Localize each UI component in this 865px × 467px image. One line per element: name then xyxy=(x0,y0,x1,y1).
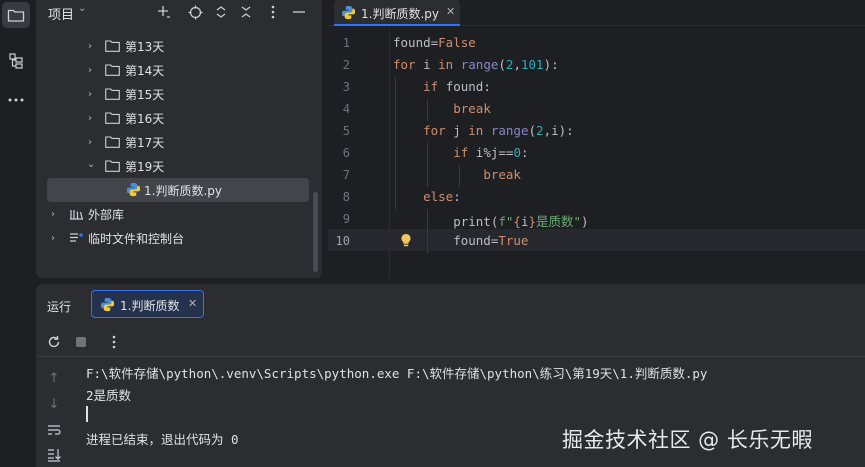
scroll-to-end-icon[interactable] xyxy=(45,446,63,464)
folder-open-icon xyxy=(105,160,120,172)
chevron-right-icon[interactable]: › xyxy=(88,113,92,124)
python-file-icon xyxy=(126,182,141,197)
run-tab[interactable]: 1.判断质数 ✕ xyxy=(91,290,204,318)
code-line[interactable]: for i in range(2,101): xyxy=(393,57,559,72)
tree-item-label: 第14天 xyxy=(125,63,165,78)
line-number: 9 xyxy=(342,212,350,226)
tree-item-folder[interactable]: › 第14天 xyxy=(36,58,308,82)
code-line[interactable]: else: xyxy=(393,189,461,204)
tree-item-folder[interactable]: › 第16天 xyxy=(36,106,308,130)
watermark: 掘金技术社区 @ 长乐无暇 xyxy=(562,428,813,452)
tree-item-label: 临时文件和控制台 xyxy=(88,231,185,246)
gutter-divider xyxy=(389,28,390,278)
code-line[interactable]: found=False xyxy=(393,35,476,50)
line-number: 2 xyxy=(342,58,350,72)
line-number: 1 xyxy=(342,36,350,50)
tree-item-label: 外部库 xyxy=(88,207,125,222)
more-options-icon[interactable] xyxy=(105,333,123,351)
tree-item-label: 第19天 xyxy=(125,159,165,174)
editor-tab-label: 1.判断质数.py xyxy=(361,7,439,21)
python-file-icon xyxy=(341,5,356,20)
code-line[interactable]: found=True xyxy=(393,233,528,248)
tree-item-folder[interactable]: › 第13天 xyxy=(36,34,308,58)
project-panel: 项目 ⌄ › 第13天 › 第14天 › 第15天 › 第16天 › 第17天 … xyxy=(36,0,322,278)
close-icon[interactable]: ✕ xyxy=(188,297,197,310)
chevron-right-icon[interactable]: › xyxy=(88,137,92,148)
chevron-right-icon[interactable]: › xyxy=(88,89,92,100)
code-line[interactable]: break xyxy=(393,167,521,182)
rerun-icon[interactable] xyxy=(45,333,63,351)
line-number: 6 xyxy=(342,146,350,160)
code-line[interactable]: print(f"{i}是质数") xyxy=(393,211,588,230)
new-file-icon[interactable] xyxy=(155,3,173,21)
tree-item-label: 第15天 xyxy=(125,87,165,102)
python-file-icon xyxy=(100,297,115,312)
code-line[interactable]: if found: xyxy=(393,79,491,94)
code-line[interactable]: if i%j==0: xyxy=(393,145,528,160)
console-caret[interactable] xyxy=(86,406,88,422)
activity-bar xyxy=(0,0,32,467)
editor-tab[interactable]: 1.判断质数.py ✕ xyxy=(334,0,460,26)
chevron-right-icon[interactable]: › xyxy=(51,209,55,220)
chevron-right-icon[interactable]: › xyxy=(88,41,92,52)
chevron-right-icon[interactable]: › xyxy=(51,233,55,244)
line-number: 5 xyxy=(342,124,350,138)
project-scrollbar[interactable] xyxy=(313,192,318,272)
tree-item-folder[interactable]: › 第17天 xyxy=(36,130,308,154)
close-icon[interactable]: ✕ xyxy=(446,5,455,18)
tree-item-label: 第17天 xyxy=(125,135,165,150)
code-line[interactable]: break xyxy=(393,101,491,116)
stop-icon[interactable] xyxy=(72,333,90,351)
folder-icon xyxy=(105,136,120,148)
chevron-right-icon[interactable]: › xyxy=(88,65,92,76)
folder-icon xyxy=(105,40,120,52)
project-header: 项目 ⌄ xyxy=(36,0,322,24)
line-number: 10 xyxy=(335,234,350,248)
run-toolbar-divider xyxy=(36,356,865,357)
tree-item-scratches[interactable]: › 临时文件和控制台 xyxy=(36,226,308,250)
hide-icon[interactable] xyxy=(290,3,308,21)
library-icon xyxy=(70,210,83,220)
line-number: 8 xyxy=(342,190,350,204)
tree-item-label: 第13天 xyxy=(125,39,165,54)
collapse-all-icon[interactable] xyxy=(237,3,255,21)
console-line: 进程已结束，退出代码为 0 xyxy=(86,432,239,447)
options-icon[interactable] xyxy=(264,3,282,21)
locate-icon[interactable] xyxy=(186,3,204,21)
tree-item-folder-expanded[interactable]: ⌄ 第19天 xyxy=(36,154,308,178)
project-title[interactable]: 项目 xyxy=(48,4,74,23)
tree-item-label: 第16天 xyxy=(125,111,165,126)
run-tab-label: 1.判断质数 xyxy=(120,299,180,313)
chevron-down-icon[interactable]: ⌄ xyxy=(78,3,86,14)
folder-icon[interactable] xyxy=(2,2,30,28)
editor-tab-bar: 1.判断质数.py ✕ xyxy=(328,0,865,26)
folder-icon xyxy=(105,64,120,76)
run-panel-title: 运行 xyxy=(47,300,72,314)
console-line: F:\软件存储\python\.venv\Scripts\python.exe … xyxy=(86,366,708,381)
more-icon[interactable] xyxy=(2,87,30,113)
line-number: 4 xyxy=(342,102,350,116)
scratches-icon xyxy=(70,233,83,242)
folder-icon xyxy=(105,112,120,124)
tree-item-file-selected[interactable]: 1.判断质数.py xyxy=(47,178,309,202)
folder-icon xyxy=(105,88,120,100)
tree-item-library[interactable]: › 外部库 xyxy=(36,202,308,226)
structure-icon[interactable] xyxy=(2,48,30,74)
code-line[interactable]: for j in range(2,i): xyxy=(393,123,574,138)
line-number: 7 xyxy=(342,168,350,182)
chevron-down-icon[interactable]: ⌄ xyxy=(87,159,95,170)
lightbulb-icon[interactable] xyxy=(400,233,412,247)
arrow-up-icon[interactable]: ↑ xyxy=(45,369,63,387)
expand-all-icon[interactable] xyxy=(212,3,230,21)
arrow-down-icon[interactable]: ↓ xyxy=(45,395,63,413)
tree-item-folder[interactable]: › 第15天 xyxy=(36,82,308,106)
tree-item-label: 1.判断质数.py xyxy=(144,183,222,198)
console-line: 2是质数 xyxy=(86,388,132,403)
editor-panel: 1.判断质数.py ✕ 1 2 3 4 5 6 7 8 9 10 found=F… xyxy=(328,0,865,278)
line-number: 3 xyxy=(342,80,350,94)
soft-wrap-icon[interactable] xyxy=(45,421,63,439)
